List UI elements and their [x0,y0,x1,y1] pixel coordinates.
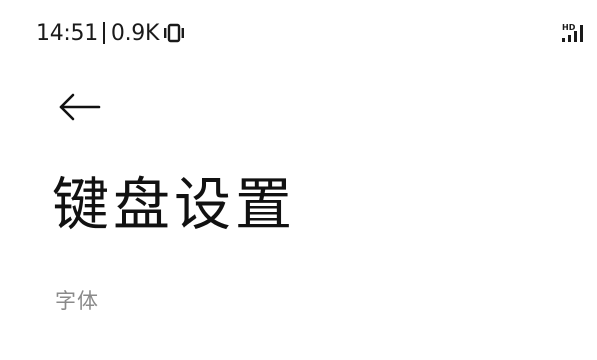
status-separator [102,22,105,44]
status-left: 14:51 0.9K [36,19,185,47]
arrow-left-icon [59,93,101,121]
section-header-font: 字体 [55,289,99,313]
hd-signal-icon: HD [562,23,583,42]
status-bar: 14:51 0.9K HD [0,0,597,66]
hd-label: HD [562,23,576,32]
vibrate-icon [164,23,185,43]
status-network-speed: 0.9K [110,20,160,46]
back-button[interactable] [56,88,102,126]
page-title: 键盘设置 [52,172,296,238]
settings-screen: 14:51 0.9K HD 键盘设置 字体 [0,0,597,360]
status-time: 14:51 [36,20,98,46]
